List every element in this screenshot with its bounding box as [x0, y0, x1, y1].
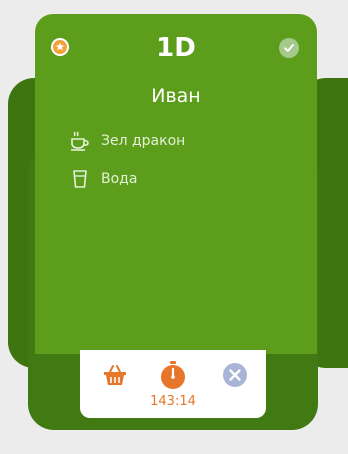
order-item-label: Вода: [101, 171, 138, 187]
order-list: Зел дракон Вода: [69, 126, 299, 202]
teacup-icon: [69, 130, 91, 152]
glass-icon: [69, 168, 91, 190]
timer-readout: 143:14: [150, 394, 196, 409]
basket-icon[interactable]: [100, 360, 130, 390]
close-icon[interactable]: [220, 360, 250, 390]
table-code: 1D: [156, 33, 196, 63]
check-icon[interactable]: [279, 38, 299, 58]
order-item[interactable]: Вода: [69, 164, 299, 194]
card-header: 1D: [35, 14, 317, 84]
order-item-label: Зел дракон: [101, 133, 186, 149]
order-item[interactable]: Зел дракон: [69, 126, 299, 156]
order-card-stage: 1D Иван Зел дракон Вода 143:14: [0, 0, 348, 454]
action-bar: 143:14: [80, 350, 266, 418]
guest-name: Иван: [151, 85, 201, 107]
stopwatch-icon[interactable]: [158, 360, 188, 390]
order-card[interactable]: 1D Иван Зел дракон Вода: [35, 14, 317, 354]
